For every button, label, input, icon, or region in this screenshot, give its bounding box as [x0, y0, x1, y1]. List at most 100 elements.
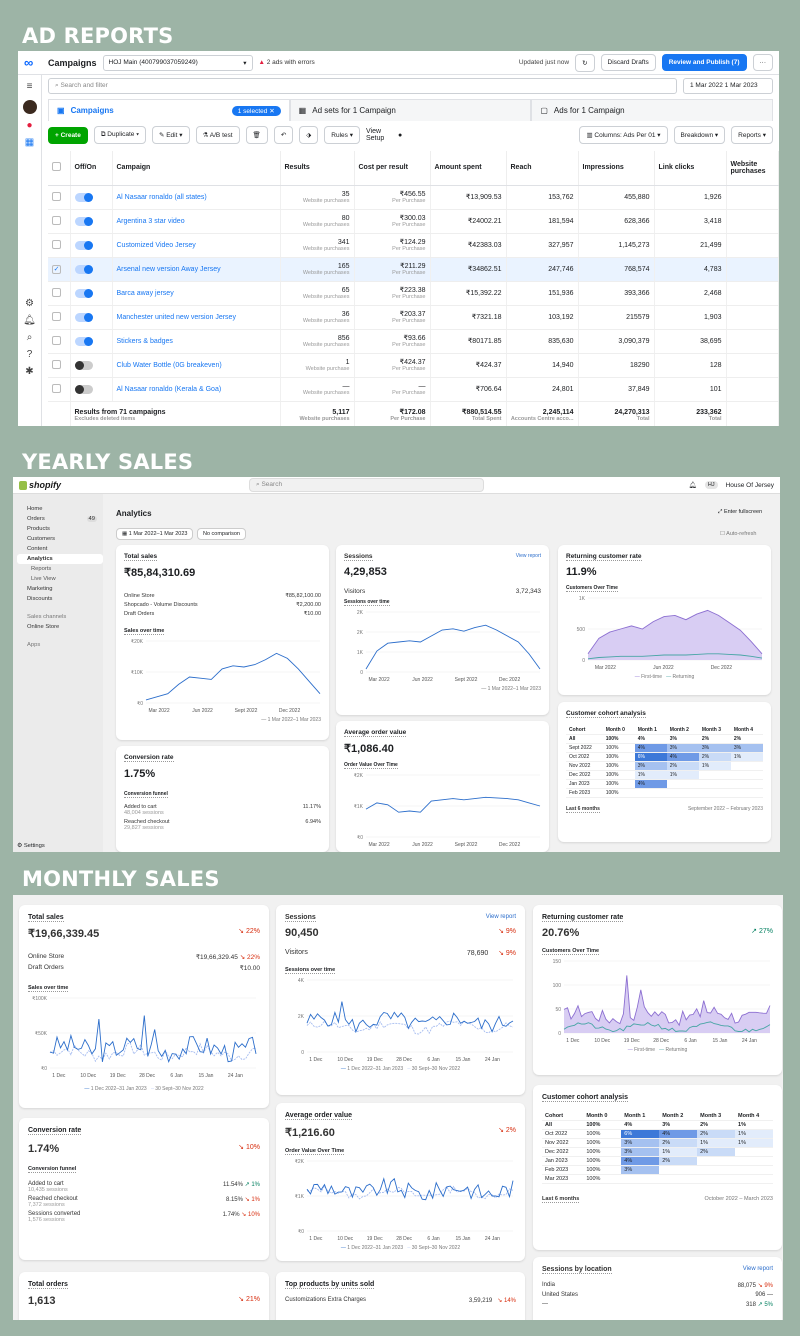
- campaign-toggle[interactable]: [74, 192, 93, 202]
- discard-drafts-button[interactable]: Discard Drafts: [600, 54, 656, 71]
- campaign-name-cell[interactable]: Argentina 3 star video: [112, 209, 281, 234]
- table-row[interactable]: Al Nasaar ronaldo (Kerala & Goa) — Website…: [48, 377, 779, 402]
- table-row[interactable]: Customized Video Jersey 341 Website purcha…: [48, 233, 779, 258]
- nav-item-products[interactable]: Products: [17, 524, 103, 534]
- select-all-checkbox[interactable]: [52, 162, 61, 172]
- select-all-header[interactable]: [48, 151, 71, 186]
- date-range-picker[interactable]: 1 Mar 2022 1 Mar 2023: [683, 78, 773, 94]
- date-range-button[interactable]: ▦ 1 Mar 2022–1 Mar 2023: [116, 528, 194, 540]
- campaign-name-cell[interactable]: Al Nasaar ronaldo (Kerala & Goa): [112, 377, 281, 402]
- campaign-name[interactable]: Al Nasaar ronaldo (Kerala & Goa): [117, 386, 222, 393]
- row-select-cell[interactable]: [48, 233, 71, 258]
- row-checkbox[interactable]: ✓: [52, 264, 61, 274]
- row-select-cell[interactable]: [48, 329, 71, 354]
- nav-item-home[interactable]: Home: [17, 504, 103, 514]
- table-row[interactable]: ✓ Arsenal new version Away Jersey 165 Websi…: [48, 257, 779, 282]
- notifications-icon[interactable]: ●: [18, 120, 41, 131]
- selected-pill[interactable]: 1 selected ✕: [231, 105, 281, 116]
- row-checkbox[interactable]: [52, 287, 61, 297]
- campaign-toggle[interactable]: [74, 288, 93, 298]
- toggle-cell[interactable]: [70, 233, 113, 258]
- view-toggle-icon[interactable]: ●: [398, 132, 402, 139]
- menu-icon[interactable]: ≡: [18, 81, 41, 92]
- nav-item-live-view[interactable]: Live View: [17, 574, 103, 584]
- auto-refresh-toggle[interactable]: ☐ Auto-refresh: [720, 531, 756, 537]
- col-link-clicks[interactable]: Link clicks: [654, 151, 727, 186]
- view-setup-label[interactable]: View Setup: [366, 128, 392, 142]
- col-spent[interactable]: Amount spent: [430, 151, 507, 186]
- campaign-name[interactable]: Arsenal new version Away Jersey: [117, 266, 221, 273]
- campaign-name[interactable]: Stickers & badges: [117, 338, 173, 345]
- toggle-cell[interactable]: [70, 377, 113, 402]
- delete-icon[interactable]: 🗑︎: [245, 126, 268, 144]
- toggle-cell[interactable]: [70, 353, 113, 378]
- campaign-name[interactable]: Customized Video Jersey: [117, 242, 196, 249]
- more-button[interactable]: ···: [752, 54, 773, 71]
- bell-icon[interactable]: 🔔︎: [18, 315, 41, 326]
- campaign-name-cell[interactable]: Stickers & badges: [112, 329, 281, 354]
- campaign-name-cell[interactable]: Arsenal new version Away Jersey: [112, 257, 281, 282]
- row-checkbox[interactable]: [52, 359, 61, 369]
- nav-item-analytics[interactable]: Analytics: [17, 554, 103, 564]
- nav-item-customers[interactable]: Customers: [17, 534, 103, 544]
- row-select-cell[interactable]: [48, 305, 71, 330]
- campaign-name[interactable]: Argentina 3 star video: [117, 218, 185, 225]
- bug-icon[interactable]: ✱: [18, 366, 41, 377]
- rules-button[interactable]: Rules ▾: [324, 126, 360, 144]
- row-checkbox[interactable]: [52, 311, 61, 321]
- col-impressions[interactable]: Impressions: [578, 151, 655, 186]
- gear-icon[interactable]: ⚙: [18, 298, 41, 309]
- row-select-cell[interactable]: [48, 353, 71, 378]
- row-select-cell[interactable]: [48, 377, 71, 402]
- undo-icon[interactable]: ↶: [273, 126, 294, 144]
- settings-link[interactable]: ⚙ Settings: [17, 843, 45, 849]
- nav-item-online-store[interactable]: Online Store: [17, 622, 103, 632]
- breakdown-button[interactable]: Breakdown ▾: [673, 126, 726, 144]
- col-campaign[interactable]: Campaign: [112, 151, 281, 186]
- comparison-button[interactable]: No comparison: [197, 528, 246, 540]
- review-publish-button[interactable]: Review and Publish (7): [661, 54, 747, 71]
- table-row[interactable]: Al Nasaar ronaldo (all states) 35 Website …: [48, 185, 779, 210]
- campaign-name-cell[interactable]: Manchester united new version Jersey: [112, 305, 281, 330]
- nav-item-apps[interactable]: Apps: [17, 640, 103, 650]
- campaign-name-cell[interactable]: Al Nasaar ronaldo (all states): [112, 185, 281, 210]
- campaign-name[interactable]: Club Water Bottle (0G breakeven): [117, 362, 222, 369]
- nav-item-reports[interactable]: Reports: [17, 564, 103, 574]
- table-row[interactable]: Barca away jersey 65 Website purchases ₹223…: [48, 281, 779, 306]
- campaign-toggle[interactable]: [74, 216, 93, 226]
- row-checkbox[interactable]: [52, 191, 61, 201]
- row-checkbox[interactable]: [52, 335, 61, 345]
- col-results[interactable]: Results: [280, 151, 355, 186]
- create-button[interactable]: + Create: [48, 126, 88, 144]
- row-select-cell[interactable]: [48, 185, 71, 210]
- view-report-link[interactable]: View report: [743, 1266, 773, 1274]
- row-checkbox[interactable]: [52, 239, 61, 249]
- tag-icon[interactable]: ⬗: [299, 126, 319, 144]
- campaign-name-cell[interactable]: Barca away jersey: [112, 281, 281, 306]
- row-select-cell[interactable]: [48, 281, 71, 306]
- toggle-cell[interactable]: [70, 281, 113, 306]
- row-select-cell[interactable]: [48, 209, 71, 234]
- columns-button[interactable]: ▥ Columns: Ads Per 01 ▾: [579, 126, 668, 144]
- toggle-cell[interactable]: [70, 185, 113, 210]
- toggle-cell[interactable]: [70, 329, 113, 354]
- campaign-name[interactable]: Manchester united new version Jersey: [117, 314, 236, 321]
- toggle-cell[interactable]: [70, 257, 113, 282]
- campaign-toggle[interactable]: [74, 264, 93, 274]
- duplicate-button[interactable]: ⧉ Duplicate ▾: [93, 126, 146, 144]
- help-icon[interactable]: ?: [18, 349, 41, 360]
- campaign-toggle[interactable]: [74, 336, 93, 346]
- campaign-toggle[interactable]: [74, 384, 93, 394]
- toggle-cell[interactable]: [70, 305, 113, 330]
- tab-ad-sets[interactable]: ▦ Ad sets for 1 Campaign: [289, 99, 532, 121]
- table-row[interactable]: Manchester united new version Jersey 36 We…: [48, 305, 779, 330]
- store-avatar[interactable]: HJ: [704, 481, 718, 489]
- account-selector[interactable]: HOJ Main (400799037059249) ▾: [102, 54, 253, 71]
- nav-item-orders[interactable]: Orders 49: [17, 514, 103, 524]
- search-icon[interactable]: ⌕: [18, 332, 41, 343]
- edit-button[interactable]: ✎ Edit ▾: [151, 126, 190, 144]
- tab-ads[interactable]: ▢ Ads for 1 Campaign: [531, 99, 774, 121]
- bell-icon[interactable]: 🔔︎: [689, 481, 697, 489]
- col-toggle[interactable]: Off/On: [70, 151, 113, 186]
- error-warning[interactable]: ▲ 2 ads with errors: [259, 59, 315, 66]
